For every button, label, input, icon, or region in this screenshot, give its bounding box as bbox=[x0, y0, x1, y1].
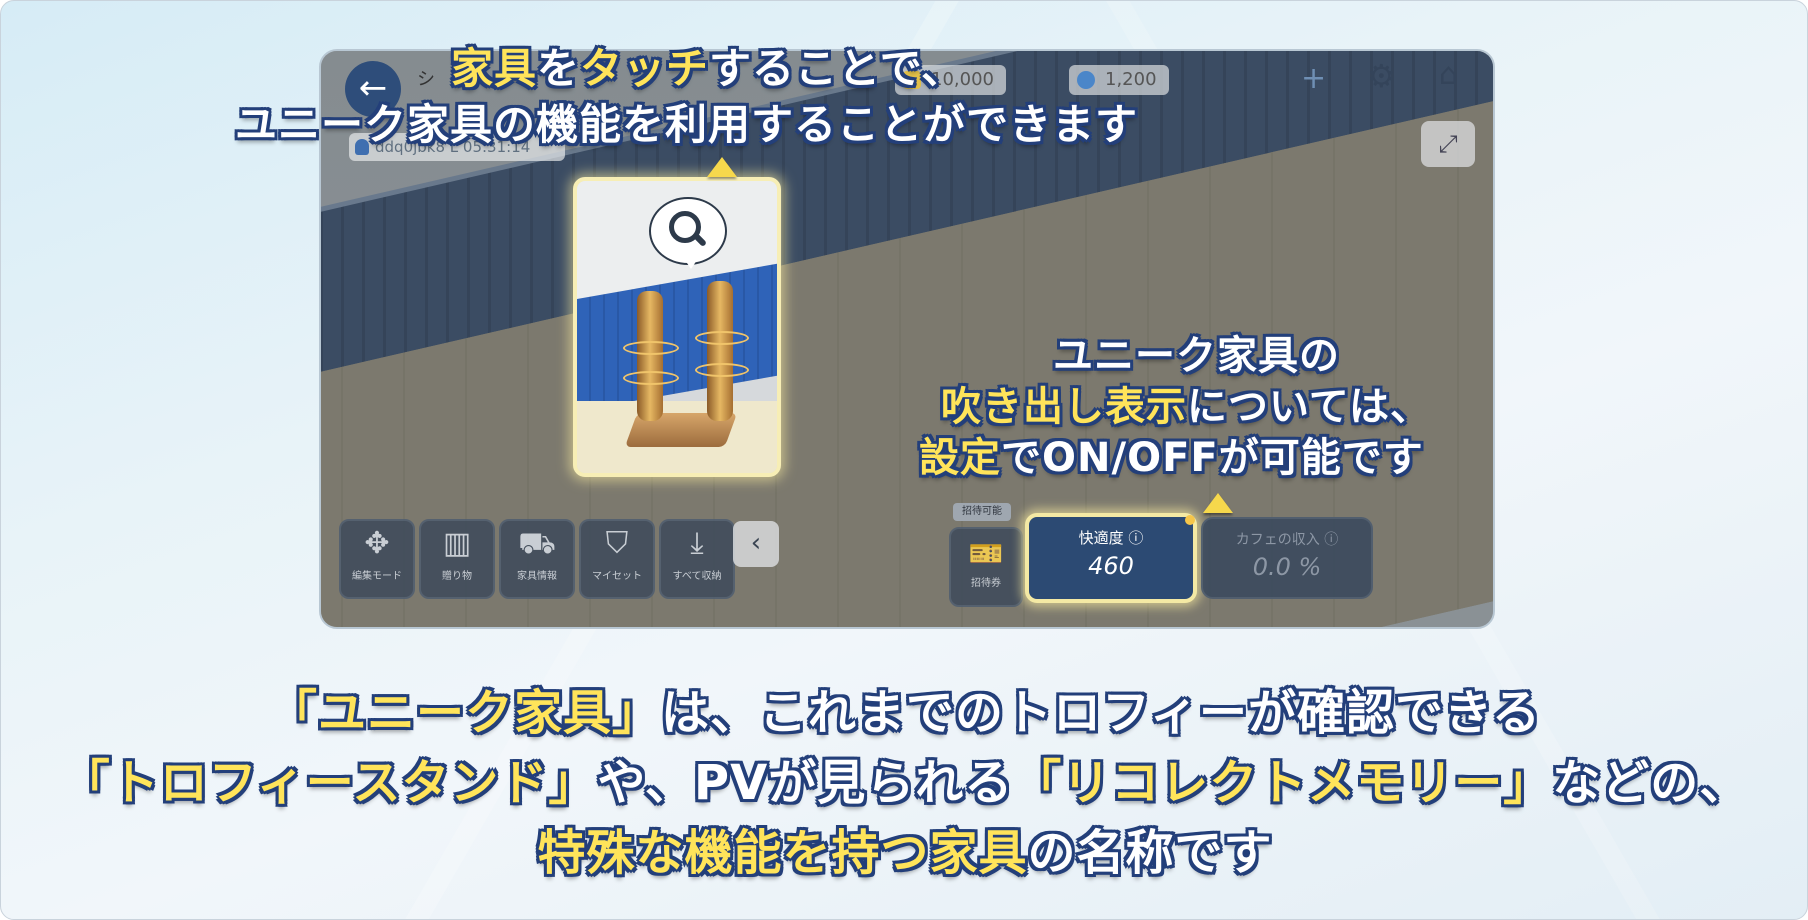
callout-bubble-line1: ユニーク家具の bbox=[1053, 333, 1340, 379]
bookmark-icon: ⛉ bbox=[605, 526, 629, 561]
add-currency-button[interactable]: + bbox=[1301, 61, 1326, 96]
title-fragment: シ bbox=[417, 69, 435, 90]
cafe-income-panel[interactable]: カフェの収入 ⓘ 0.0 % bbox=[1201, 517, 1373, 599]
home-icon[interactable]: ⌂ bbox=[1439, 57, 1458, 92]
store-all-button[interactable]: ⤓ すべて収納 bbox=[659, 519, 735, 599]
comfort-label: 快適度 ⓘ bbox=[1078, 529, 1144, 547]
invite-ticket-button[interactable]: 🎫 招待券 bbox=[949, 527, 1023, 607]
tool-label: 編集モード bbox=[352, 571, 402, 582]
trophy-figure bbox=[707, 281, 733, 421]
ticket-icon: 🎫 bbox=[968, 537, 1004, 570]
invite-label: 招待券 bbox=[971, 578, 1001, 589]
frame: ← シ 10,000 1,200 + ⚙ ⌂ ddq0jbk8 L 05:31:… bbox=[0, 0, 1808, 920]
expand-button[interactable]: ⤢ bbox=[1421, 121, 1475, 167]
pointer-arrow-icon bbox=[1203, 493, 1233, 513]
unique-furniture-highlight[interactable] bbox=[573, 177, 781, 477]
furniture-info-button[interactable]: ⛟ 家具情報 bbox=[499, 519, 575, 599]
gift-button[interactable]: ▥ 贈り物 bbox=[419, 519, 495, 599]
callout-touch-line2: ユニーク家具の機能を利用することができます bbox=[235, 100, 1139, 149]
callout-touch-line1: 家具をタッチすることで、 bbox=[451, 44, 965, 93]
explanation-line2: 「トロフィースタンド」や、PVが見られる「リコレクトメモリー」などの、 bbox=[61, 755, 1749, 811]
tool-label: マイセット bbox=[592, 571, 642, 582]
chevron-left-icon: ‹ bbox=[750, 528, 762, 558]
explanation-line3: 特殊な機能を持つ家具の名称です bbox=[537, 825, 1273, 881]
comfort-value: 460 bbox=[1088, 552, 1134, 580]
income-value: 0.0 % bbox=[1252, 553, 1322, 581]
explanation-line1: 「ユニーク家具」は、これまでのトロフィーが確認できる bbox=[268, 685, 1542, 741]
download-icon: ⤓ bbox=[690, 526, 704, 561]
cart-icon: ⛟ bbox=[518, 526, 556, 561]
tool-label: 贈り物 bbox=[442, 571, 472, 582]
inspect-bubble[interactable] bbox=[649, 197, 727, 269]
income-label: カフェの収入 ⓘ bbox=[1235, 532, 1339, 548]
gem-value: 1,200 bbox=[1105, 69, 1157, 90]
callout-bubble-line3: 設定でON/OFFが可能です bbox=[919, 435, 1424, 481]
tool-label: すべて収納 bbox=[672, 571, 722, 582]
callout-bubble-line2: 吹き出し表示については、 bbox=[941, 384, 1431, 430]
gift-icon: ▥ bbox=[442, 526, 472, 561]
trophy-figure bbox=[637, 291, 663, 421]
gem-icon bbox=[1077, 71, 1095, 89]
edit-mode-button[interactable]: ✥ 編集モード bbox=[339, 519, 415, 599]
expand-icon: ⤢ bbox=[1438, 130, 1458, 158]
tool-label: 家具情報 bbox=[517, 571, 557, 582]
comfort-panel[interactable]: 快適度 ⓘ 460 bbox=[1025, 513, 1197, 603]
gear-icon[interactable]: ⚙ bbox=[1367, 57, 1396, 95]
pointer-arrow-icon bbox=[707, 157, 737, 177]
notification-dot bbox=[1185, 515, 1195, 525]
my-set-button[interactable]: ⛉ マイセット bbox=[579, 519, 655, 599]
collapse-toolbar-button[interactable]: ‹ bbox=[733, 521, 779, 567]
move-icon: ✥ bbox=[364, 526, 390, 561]
invite-available-tag: 招待可能 bbox=[953, 503, 1011, 521]
